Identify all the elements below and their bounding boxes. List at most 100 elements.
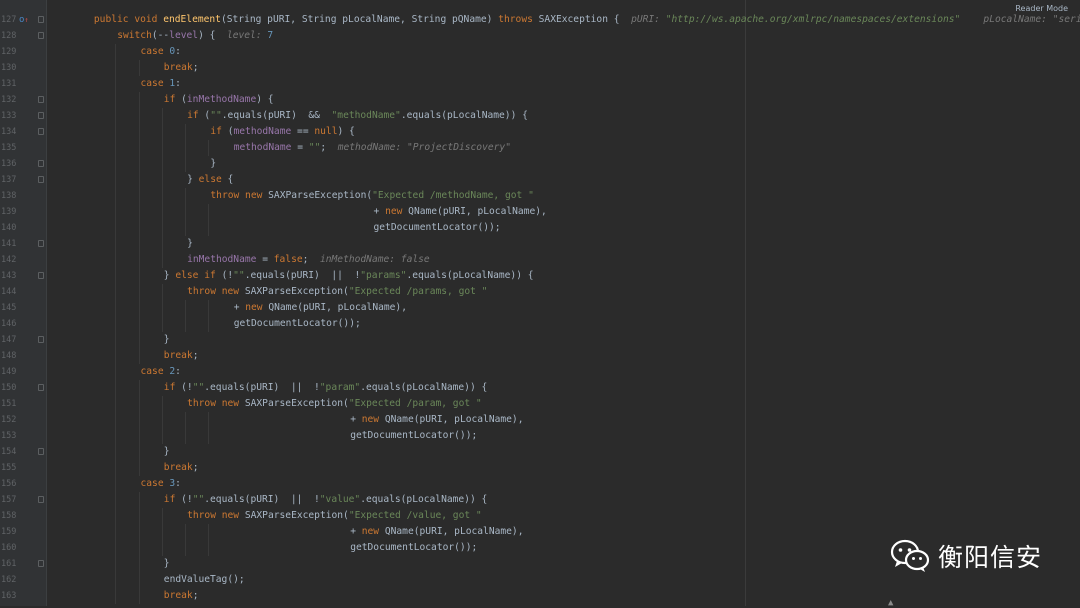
gutter-row[interactable]: 138: [0, 188, 46, 204]
fold-marker-icon[interactable]: [38, 560, 44, 567]
code-line[interactable]: }: [164, 444, 170, 460]
indent-guide: [115, 332, 117, 348]
code-line[interactable]: }: [210, 156, 216, 172]
gutter-row[interactable]: 160: [0, 540, 46, 556]
gutter-row[interactable]: 146: [0, 316, 46, 332]
gutter-row[interactable]: 158: [0, 508, 46, 524]
gutter-row[interactable]: 129: [0, 44, 46, 60]
gutter-row[interactable]: 137: [0, 172, 46, 188]
code-line[interactable]: if (!"".equals(pURI) || !"value".equals(…: [164, 492, 488, 508]
line-number: 136: [1, 159, 17, 169]
code-line[interactable]: break;: [164, 460, 199, 476]
gutter-row[interactable]: 128: [0, 28, 46, 44]
gutter-row[interactable]: 162: [0, 572, 46, 588]
fold-marker-icon[interactable]: [38, 128, 44, 135]
code-line[interactable]: if (methodName == null) {: [210, 124, 354, 140]
gutter-row[interactable]: 152: [0, 412, 46, 428]
indent-guide: [115, 380, 117, 396]
fold-marker-icon[interactable]: [38, 384, 44, 391]
fold-marker-icon[interactable]: [38, 32, 44, 39]
gutter-row[interactable]: 139: [0, 204, 46, 220]
gutter-row[interactable]: 153: [0, 428, 46, 444]
code-line[interactable]: public void endElement(String pURI, Stri…: [94, 12, 1080, 28]
code-line[interactable]: + new QName(pURI, pLocalName),: [350, 412, 523, 428]
gutter-row[interactable]: 134: [0, 124, 46, 140]
code-line[interactable]: getDocumentLocator());: [350, 540, 477, 556]
gutter-row[interactable]: 140: [0, 220, 46, 236]
code-line[interactable]: if (!"".equals(pURI) || !"param".equals(…: [164, 380, 488, 396]
gutter-row[interactable]: 136: [0, 156, 46, 172]
code-line[interactable]: throw new SAXParseException("Expected /m…: [210, 188, 533, 204]
reader-mode-toggle[interactable]: Reader Mode: [1015, 4, 1068, 13]
code-line[interactable]: throw new SAXParseException("Expected /v…: [187, 508, 482, 524]
gutter-row[interactable]: 141: [0, 236, 46, 252]
code-line[interactable]: if (inMethodName) {: [164, 92, 274, 108]
gutter-row[interactable]: 142: [0, 252, 46, 268]
code-line[interactable]: case 1:: [141, 76, 181, 92]
gutter-row[interactable]: 149: [0, 364, 46, 380]
fold-marker-icon[interactable]: [38, 496, 44, 503]
gutter-row[interactable]: 127 o↑: [0, 12, 46, 28]
code-line[interactable]: } else {: [187, 172, 233, 188]
gutter-row[interactable]: 161: [0, 556, 46, 572]
code-token: break: [163, 462, 193, 473]
fold-marker-icon[interactable]: [38, 16, 44, 23]
fold-marker-icon[interactable]: [38, 176, 44, 183]
fold-marker-icon[interactable]: [38, 272, 44, 279]
code-line[interactable]: case 3:: [141, 476, 181, 492]
code-line[interactable]: + new QName(pURI, pLocalName),: [234, 300, 407, 316]
code-line[interactable]: } else if (!"".equals(pURI) || !"params"…: [164, 268, 534, 284]
gutter-row[interactable]: 147: [0, 332, 46, 348]
gutter-row[interactable]: 159: [0, 524, 46, 540]
fold-marker-icon[interactable]: [38, 160, 44, 167]
code-line[interactable]: }: [164, 332, 170, 348]
gutter-row[interactable]: 145: [0, 300, 46, 316]
gutter-row[interactable]: 143: [0, 268, 46, 284]
gutter-row[interactable]: 163: [0, 588, 46, 604]
fold-marker-icon[interactable]: [38, 96, 44, 103]
fold-marker-icon[interactable]: [38, 240, 44, 247]
code-line[interactable]: throw new SAXParseException("Expected /p…: [187, 284, 487, 300]
code-line[interactable]: + new QName(pURI, pLocalName),: [350, 524, 523, 540]
fold-marker-icon[interactable]: [38, 448, 44, 455]
gutter-row[interactable]: 155: [0, 460, 46, 476]
gutter-row[interactable]: 135: [0, 140, 46, 156]
code-line[interactable]: if ("".equals(pURI) && "methodName".equa…: [187, 108, 528, 124]
code-token: new: [385, 206, 409, 217]
gutter-row[interactable]: 156: [0, 476, 46, 492]
gutter-row[interactable]: 130: [0, 60, 46, 76]
code-line[interactable]: }: [164, 556, 170, 572]
code-line[interactable]: throw new SAXParseException("Expected /p…: [187, 396, 482, 412]
code-line[interactable]: switch(--level) { level: 7: [117, 28, 273, 44]
code-line[interactable]: + new QName(pURI, pLocalName),: [374, 204, 547, 220]
gutter-row[interactable]: 133: [0, 108, 46, 124]
gutter-row[interactable]: 148: [0, 348, 46, 364]
gutter-row[interactable]: 132: [0, 92, 46, 108]
gutter-row[interactable]: 131: [0, 76, 46, 92]
code-line[interactable]: getDocumentLocator());: [350, 428, 477, 444]
gutter-row[interactable]: 151: [0, 396, 46, 412]
code-line[interactable]: methodName = ""; methodName: "ProjectDis…: [234, 140, 511, 156]
code-line[interactable]: getDocumentLocator());: [374, 220, 501, 236]
gutter-row[interactable]: 157: [0, 492, 46, 508]
code-token: if: [163, 94, 182, 105]
code-line[interactable]: break;: [164, 588, 199, 604]
code-line[interactable]: case 2:: [141, 364, 181, 380]
code-token: }: [187, 174, 199, 185]
code-line[interactable]: endValueTag();: [164, 572, 245, 588]
code-line[interactable]: break;: [164, 60, 199, 76]
code-line[interactable]: case 0:: [141, 44, 181, 60]
code-line[interactable]: }: [187, 236, 193, 252]
fold-marker-icon[interactable]: [38, 112, 44, 119]
code-line[interactable]: getDocumentLocator());: [234, 316, 361, 332]
fold-marker-icon[interactable]: [38, 336, 44, 343]
override-marker-icon[interactable]: o↑: [19, 12, 29, 28]
gutter-row[interactable]: 150: [0, 380, 46, 396]
code-line[interactable]: inMethodName = false; inMethodName: fals…: [187, 252, 430, 268]
gutter-row[interactable]: 154: [0, 444, 46, 460]
code-line[interactable]: break;: [164, 348, 199, 364]
line-number: 131: [1, 79, 17, 89]
code-editor[interactable]: 127 o↑ 128 129 130 131 132 133 134 135 136 137 138 13…: [0, 0, 1080, 608]
indent-guide: [115, 156, 117, 172]
gutter-row[interactable]: 144: [0, 284, 46, 300]
